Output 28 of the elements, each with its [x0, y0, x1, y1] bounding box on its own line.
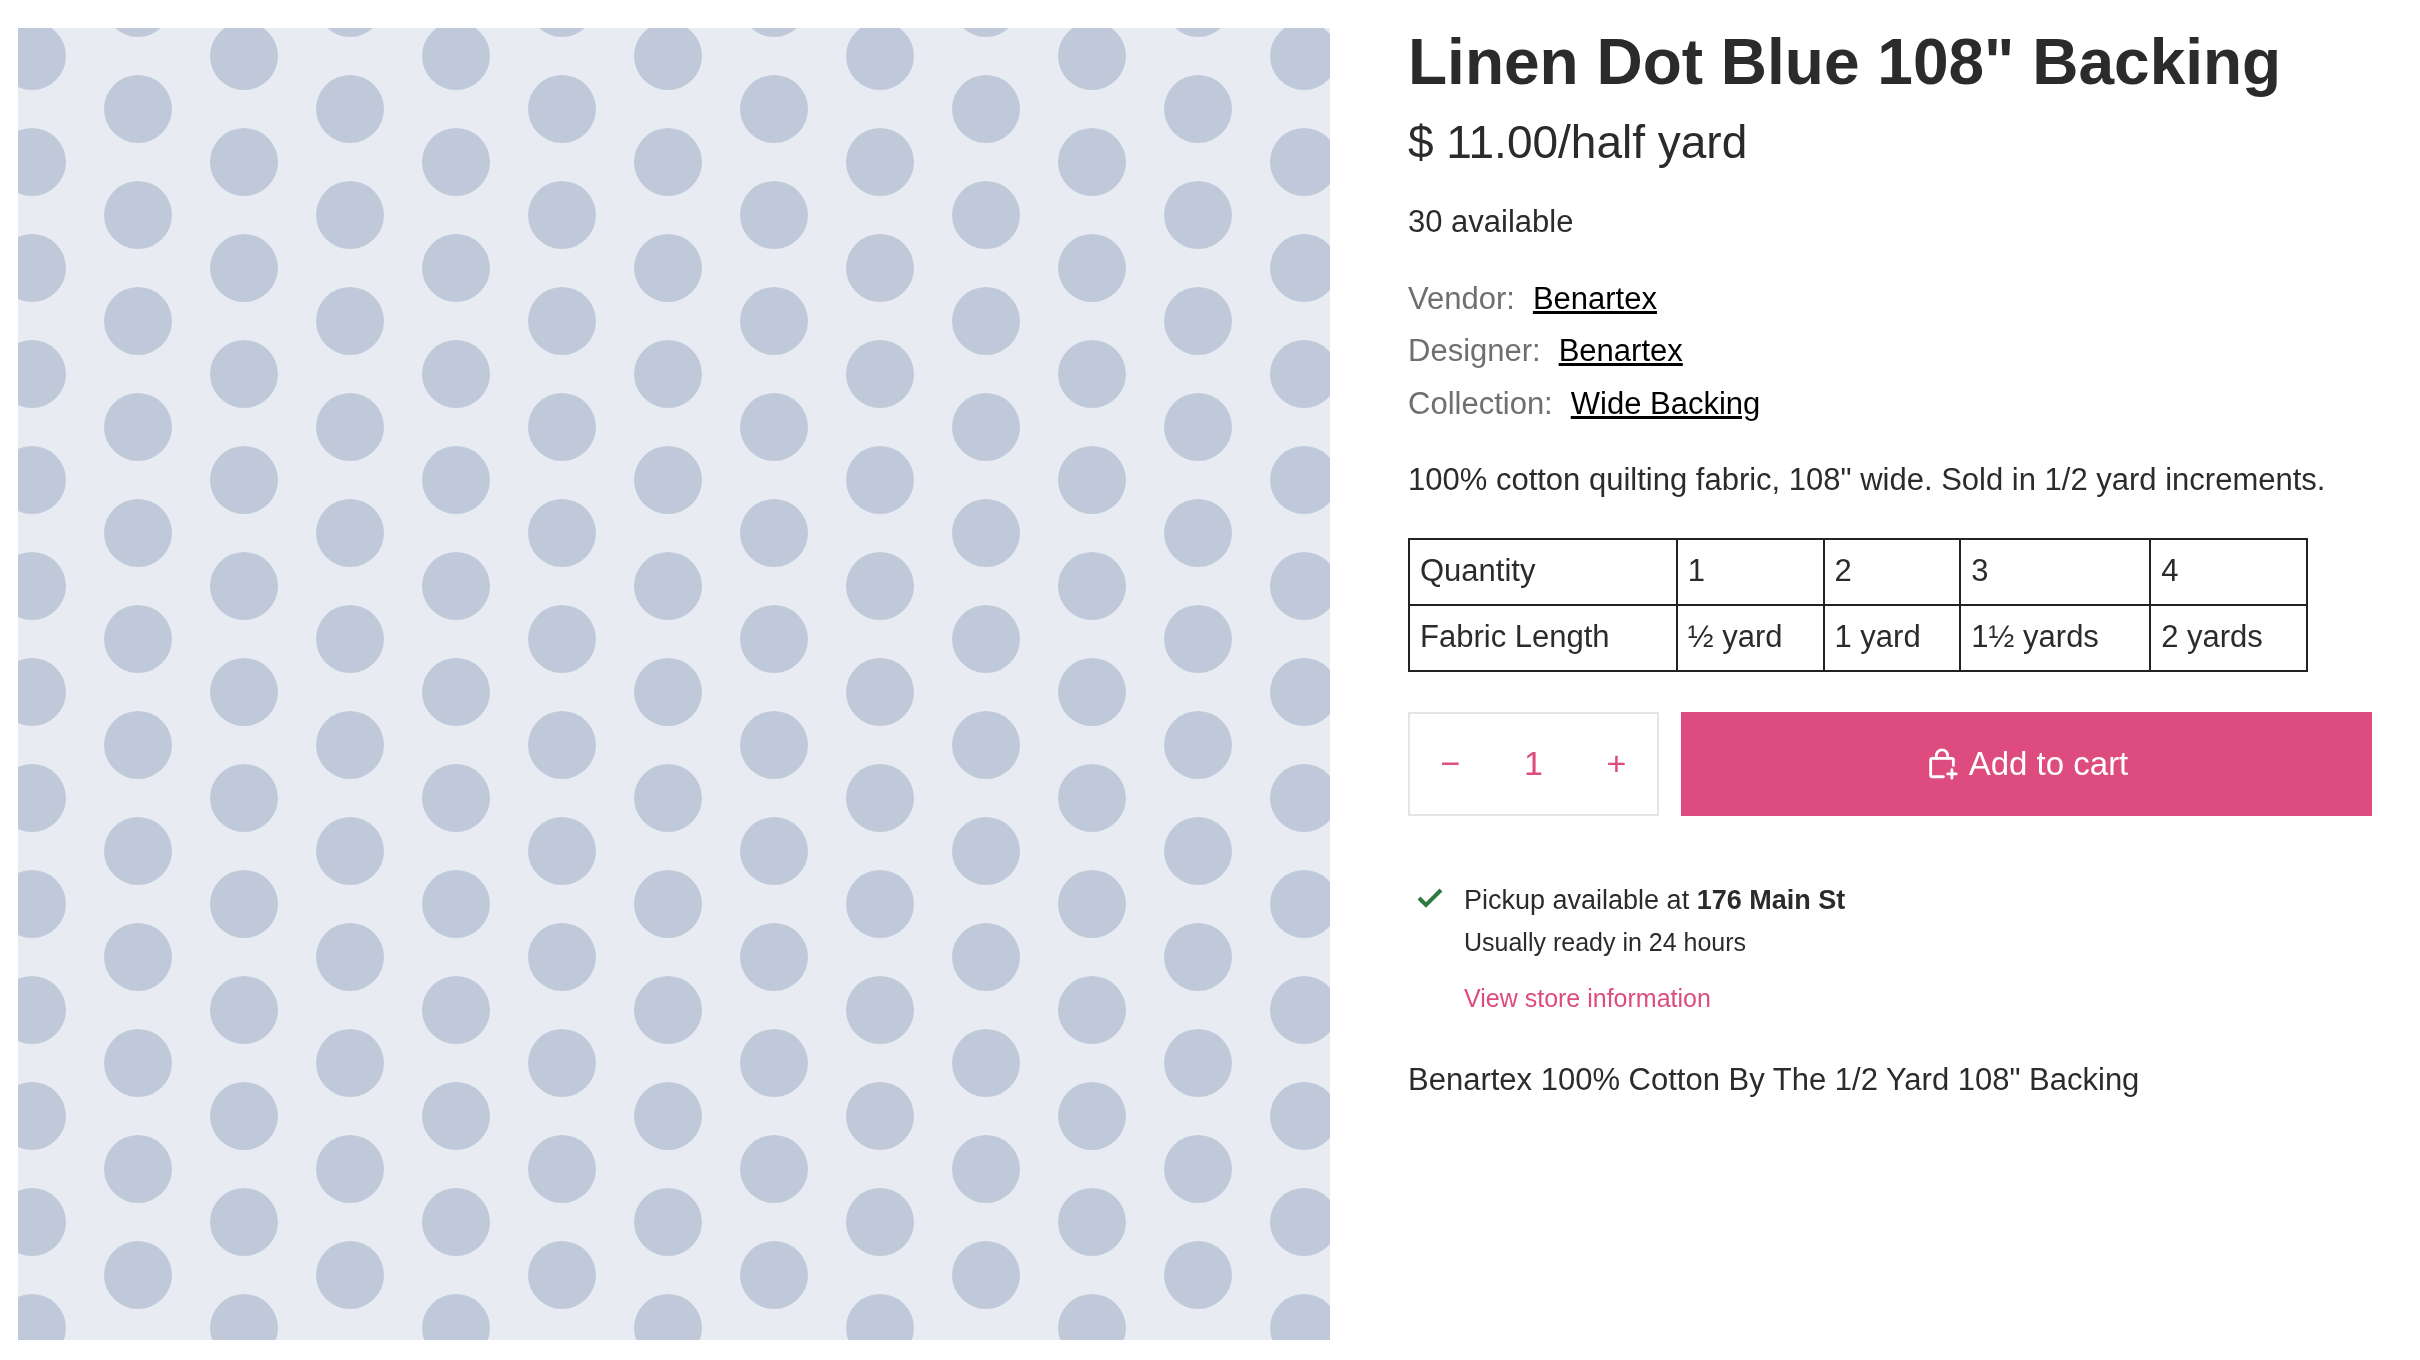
table-cell: 1 yard [1823, 604, 1961, 671]
product-description: Benartex 100% Cotton By The 1/2 Yard 108" Backing [1408, 1061, 2141, 1099]
meta-link[interactable]: Benartex [1532, 275, 1657, 322]
table-cell: 1 [1676, 538, 1824, 605]
quantity-input[interactable]: 1 [1513, 738, 1554, 789]
meta-label: Collection: [1408, 384, 1553, 423]
table-cell: Fabric Length [1409, 604, 1677, 671]
product-summary: 100% cotton quilting fabric, 108" wide. Sold in 1/2 yard increments. [1408, 461, 2327, 499]
stock-availability: 30 available [1408, 203, 1575, 241]
store-info-link[interactable]: View store information [1464, 979, 1846, 1017]
increase-button[interactable]: + [1598, 738, 1635, 789]
meta-link[interactable]: Benartex [1558, 328, 1683, 375]
table-cell: 1½ yards [1960, 604, 2151, 671]
table-cell: 2 yards [2150, 604, 2307, 671]
decrease-button[interactable]: − [1432, 738, 1469, 789]
meta-label: Vendor: [1408, 279, 1515, 318]
table-cell: ½ yard [1676, 604, 1824, 671]
table-cell: Quantity [1409, 538, 1677, 605]
pickup-note: Usually ready in 24 hours [1464, 927, 1748, 958]
product-price: $ 11.00/half yard [1408, 115, 1749, 170]
meta-label: Designer: [1408, 332, 1541, 370]
table-cell: 2 [1823, 538, 1961, 605]
meta-link[interactable]: Wide Backing [1570, 380, 1761, 427]
add-to-cart-button[interactable]: Add to cart [1681, 711, 2372, 816]
table-cell: 4 [2150, 538, 2307, 605]
product-title: Linen Dot Blue 108" Backing [1408, 25, 2283, 100]
pickup-text: Pickup available at 176 Main St [1464, 883, 1846, 917]
table-cell: 3 [1960, 538, 2151, 605]
